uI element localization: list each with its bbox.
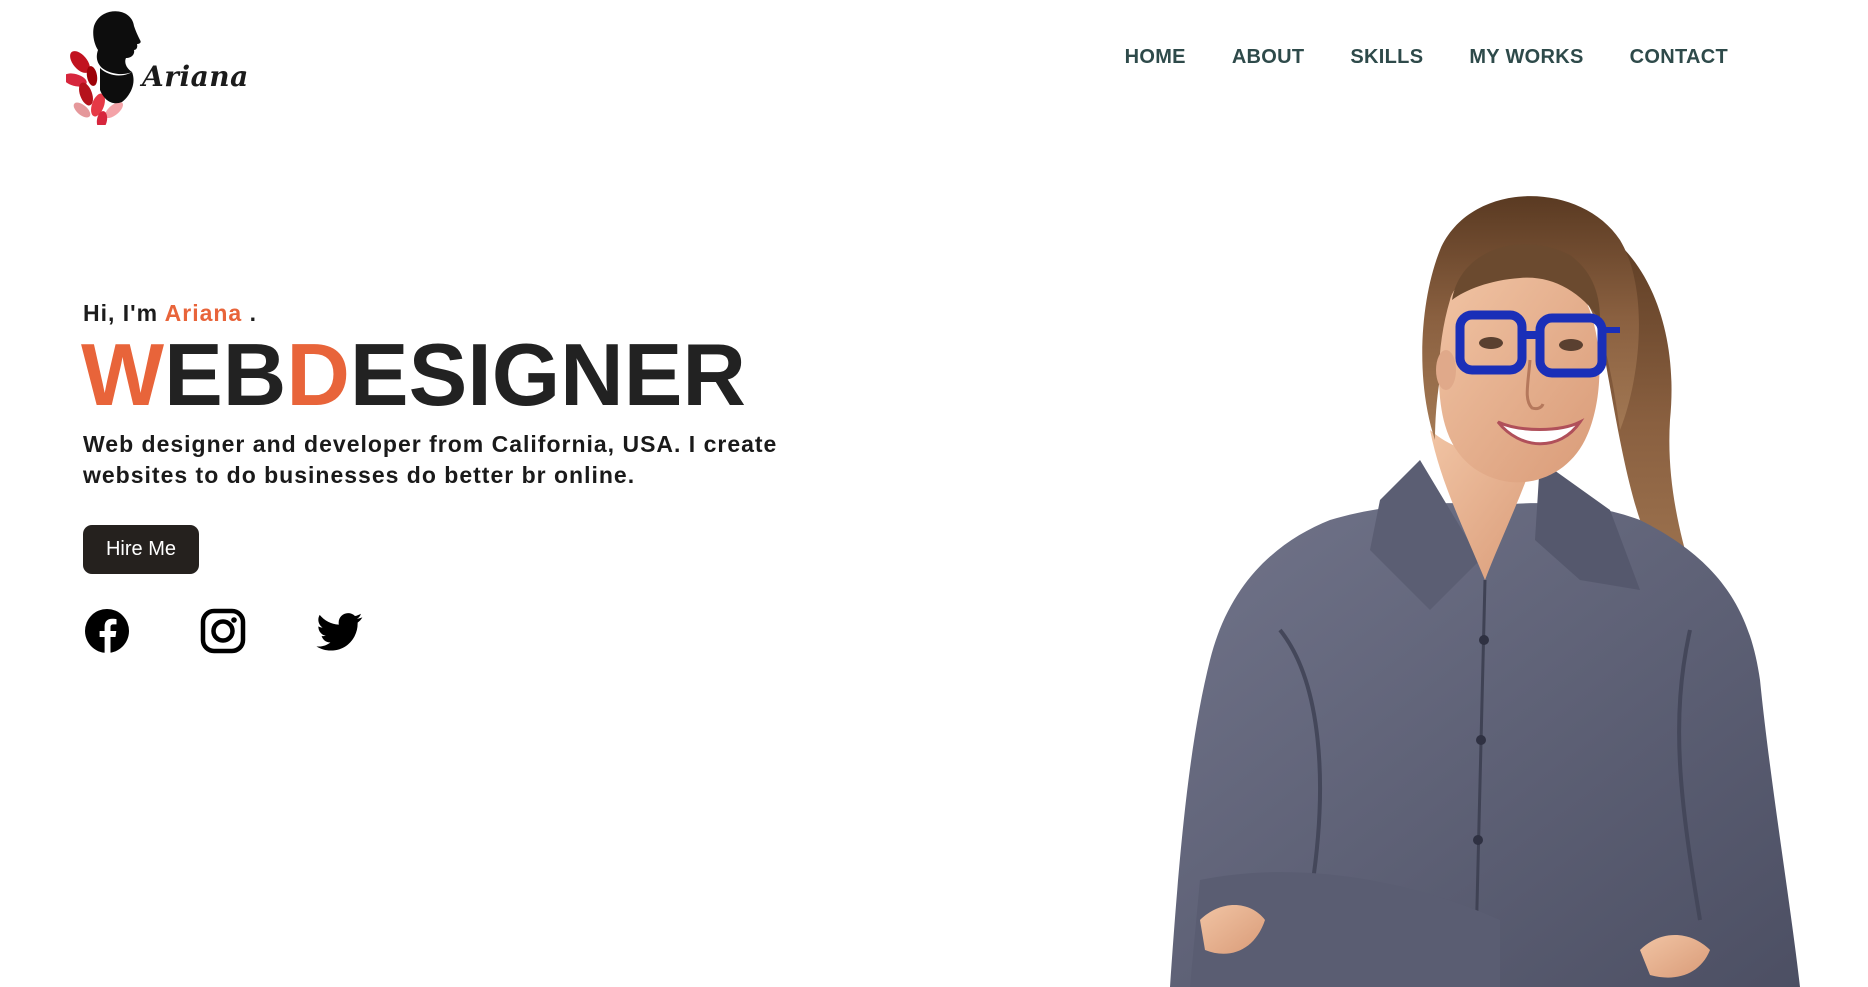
nav-item-skills: SKILLS: [1350, 46, 1423, 69]
nav-item-contact: CONTACT: [1630, 46, 1728, 69]
portrait-eye-left: [1479, 337, 1503, 349]
nav-link-my-works[interactable]: MY WORKS: [1469, 46, 1583, 68]
hero-greeting: Hi, I'm Ariana .: [83, 300, 843, 327]
brand-name: Ariana: [142, 60, 249, 93]
twitter-link[interactable]: [316, 608, 363, 654]
greeting-prefix: Hi, I'm: [83, 300, 159, 326]
twitter-icon: [316, 613, 363, 651]
instagram-link[interactable]: [200, 608, 246, 654]
nav-item-home: HOME: [1125, 46, 1186, 69]
portrait-ear: [1436, 350, 1456, 390]
facebook-link[interactable]: [84, 608, 130, 654]
nav-link-contact[interactable]: CONTACT: [1630, 46, 1728, 68]
portrait-button-1: [1479, 635, 1489, 645]
hero-portrait-image: [1170, 196, 1800, 987]
nav-link-home[interactable]: HOME: [1125, 46, 1186, 68]
brand-logo[interactable]: Ariana: [66, 10, 249, 125]
social-links: [84, 608, 843, 654]
nav-item-my-works: MY WORKS: [1469, 46, 1583, 69]
main-nav: HOME ABOUT SKILLS MY WORKS CONTACT: [1125, 46, 1728, 69]
logo-head: [93, 11, 141, 75]
portrait-button-2: [1476, 735, 1486, 745]
instagram-icon: [200, 608, 246, 654]
portrait-eye-right: [1559, 339, 1583, 351]
headline-letter-w: W: [81, 325, 165, 424]
nav-link-skills[interactable]: SKILLS: [1350, 46, 1423, 68]
headline-eb: EB: [164, 325, 287, 424]
nav-link-about[interactable]: ABOUT: [1232, 46, 1305, 68]
hire-me-button[interactable]: Hire Me: [83, 525, 199, 574]
headline-letter-d: D: [286, 325, 350, 424]
nav-item-about: ABOUT: [1232, 46, 1305, 69]
headline-esigner: ESIGNER: [349, 325, 746, 424]
greeting-suffix: .: [249, 300, 258, 326]
hero-section: Hi, I'm Ariana . WEBDESIGNER Web designe…: [81, 300, 843, 654]
hero-headline: WEBDESIGNER: [81, 329, 843, 421]
facebook-icon: [85, 609, 129, 654]
portrait-button-3: [1473, 835, 1483, 845]
page: Ariana HOME ABOUT SKILLS MY WORKS CONTAC…: [0, 0, 1868, 987]
greeting-name: Ariana: [164, 300, 243, 326]
hero-description: Web designer and developer from Californ…: [83, 431, 778, 488]
